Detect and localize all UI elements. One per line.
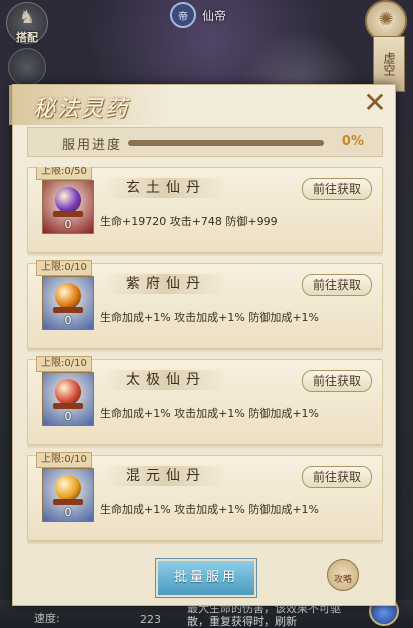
elixir-list[interactable]: 上限:0/50 0 玄土仙丹 前往获取 生命+19720 攻击+748 防御+9…	[27, 167, 383, 545]
side-menu-button[interactable]	[8, 48, 46, 86]
get-button[interactable]: 前往获取	[302, 178, 372, 200]
item-name: 混元仙丹	[104, 466, 228, 486]
item-stats: 生命加成+1% 攻击加成+1% 防御加成+1%	[100, 311, 319, 324]
list-item: 上限:0/10 0 混元仙丹 前往获取 生命加成+1% 攻击加成+1% 防御加成…	[27, 452, 383, 541]
item-stats: 生命加成+1% 攻击加成+1% 防御加成+1%	[100, 407, 319, 420]
center-title-text: 仙帝	[202, 8, 227, 23]
center-title: 帝 仙帝	[170, 2, 226, 28]
limit-tag: 上限:0/10	[36, 260, 92, 276]
item-count: 0	[64, 410, 72, 423]
speed-label: 速度:	[34, 612, 60, 625]
orb-icon	[55, 379, 81, 405]
elixir-modal: 秘法灵药 ✕ 服用进度 0% 上限:0/50 0 玄土仙丹 前往获取 生命+19…	[9, 84, 396, 606]
item-count: 0	[64, 314, 72, 327]
speed-value: 223	[140, 613, 161, 626]
progress-row: 服用进度 0%	[27, 127, 383, 157]
elixir-icon[interactable]: 0	[42, 468, 94, 522]
elixir-icon[interactable]: 0	[42, 372, 94, 426]
close-icon[interactable]: ✕	[361, 89, 389, 117]
list-item: 上限:0/10 0 太极仙丹 前往获取 生命加成+1% 攻击加成+1% 防御加成…	[27, 356, 383, 445]
item-stats: 生命加成+1% 攻击加成+1% 防御加成+1%	[100, 503, 319, 516]
item-name: 紫府仙丹	[104, 274, 228, 294]
stand-icon	[53, 211, 83, 217]
get-button[interactable]: 前往获取	[302, 466, 372, 488]
limit-tag: 上限:0/10	[36, 356, 92, 372]
emperor-emblem-icon: 帝	[170, 2, 196, 28]
outfit-button[interactable]: ♞ 搭配	[6, 2, 48, 44]
progress-percent: 0%	[341, 134, 364, 149]
outfit-label: 搭配	[16, 31, 38, 44]
elixir-icon[interactable]: 0	[42, 276, 94, 330]
item-count: 0	[64, 506, 72, 519]
elixir-icon[interactable]: 0	[42, 180, 94, 234]
orb-icon	[55, 187, 81, 213]
limit-tag: 上限:0/10	[36, 452, 92, 468]
item-name: 太极仙丹	[104, 370, 228, 390]
modal-title: 秘法灵药	[33, 97, 130, 122]
item-count: 0	[64, 218, 72, 231]
list-item: 上限:0/50 0 玄土仙丹 前往获取 生命+19720 攻击+748 防御+9…	[27, 167, 383, 253]
item-name: 玄土仙丹	[104, 178, 228, 198]
list-item: 上限:0/10 0 紫府仙丹 前往获取 生命加成+1% 攻击加成+1% 防御加成…	[27, 260, 383, 349]
stand-icon	[53, 403, 83, 409]
progress-bar	[128, 140, 324, 146]
outfit-icon: ♞	[18, 7, 36, 28]
item-stats: 生命+19720 攻击+748 防御+999	[100, 215, 278, 228]
get-button[interactable]: 前往获取	[302, 274, 372, 296]
orb-icon	[55, 283, 81, 309]
orb-icon	[55, 475, 81, 501]
batch-use-button[interactable]: 批量服用	[156, 559, 256, 597]
stand-icon	[53, 307, 83, 313]
limit-tag: 上限:0/50	[36, 167, 92, 180]
guide-button[interactable]: 攻略	[327, 559, 359, 591]
progress-label: 服用进度	[62, 138, 123, 153]
get-button[interactable]: 前往获取	[302, 370, 372, 392]
stand-icon	[53, 499, 83, 505]
